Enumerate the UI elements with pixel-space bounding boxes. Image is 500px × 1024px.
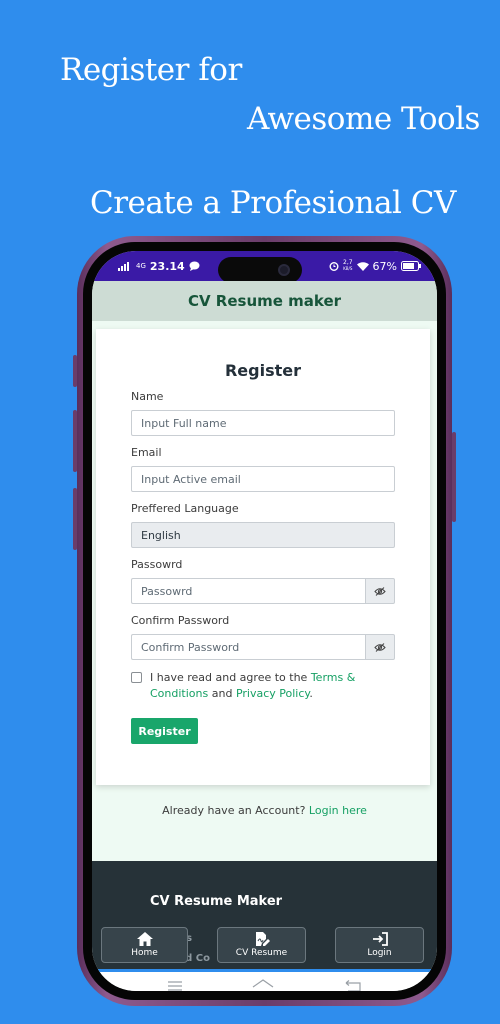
network-speed-unit: KB/S [343,266,353,271]
eye-off-icon [374,586,386,596]
name-placeholder: Input Full name [141,416,227,430]
promo-line-2: Awesome Tools [247,101,480,137]
network-type: 4G [136,262,146,270]
app-bar: CV Resume maker [92,281,437,321]
nav-login-button[interactable]: Login [335,927,424,963]
confirm-password-group: Confirm Password [131,634,395,660]
battery-icon [401,261,421,271]
email-placeholder: Input Active email [141,472,241,486]
password-label: Passowrd [131,558,183,571]
terms-agreement: I have read and agree to the Terms & Con… [131,670,395,702]
promo-line-3: Create a Profesional CV [90,185,456,221]
recent-apps-icon[interactable] [167,980,183,992]
nav-home-button[interactable]: Home [101,927,188,963]
nav-login-label: Login [367,948,392,958]
chat-bubble-icon [189,261,200,271]
login-prompt-text: Already have an Account? [162,804,306,817]
bottom-nav: Home CV Resume Login [92,927,437,963]
email-input[interactable]: Input Active email [131,466,395,492]
nav-cv-resume-label: CV Resume [235,948,288,958]
email-label: Email [131,446,162,459]
login-icon [372,932,388,946]
confirm-password-visibility-toggle[interactable] [365,634,395,660]
phone-screen: 4G 23.14 2,7 KB/S 67% CV Resume maker Re… [92,251,437,991]
terms-checkbox[interactable] [131,672,142,683]
password-group: Passowrd [131,578,395,604]
front-camera [278,264,290,276]
home-icon [136,932,153,946]
camera-notch [218,257,302,283]
promo-line-1: Register for [60,52,242,88]
register-card: Register Name Input Full name Email Inpu… [96,329,430,785]
phone-bezel: 4G 23.14 2,7 KB/S 67% CV Resume maker Re… [83,242,446,1000]
wifi-icon [356,261,369,271]
clock: 23.14 [149,259,185,273]
confirm-password-placeholder: Confirm Password [141,640,240,654]
register-button[interactable]: Register [131,718,198,744]
battery-percent: 67% [372,259,397,273]
login-link[interactable]: Login here [309,804,367,817]
agree-suffix: . [309,687,313,700]
password-input[interactable]: Passowrd [131,578,365,604]
app-title: CV Resume maker [187,292,342,310]
form-title: Register [224,361,302,380]
language-select[interactable]: English [131,522,395,548]
confirm-password-input[interactable]: Confirm Password [131,634,365,660]
footer-title: CV Resume Maker [150,894,283,909]
language-label: Preffered Language [131,502,239,515]
password-placeholder: Passowrd [141,584,193,598]
phone-power-button [452,432,456,522]
terms-text: I have read and agree to the Terms & Con… [150,670,395,702]
home-nav-icon[interactable] [252,978,274,992]
agree-prefix: I have read and agree to the [150,671,308,684]
alarm-icon [329,262,339,271]
login-prompt: Already have an Account? Login here [92,804,437,817]
name-input[interactable]: Input Full name [131,410,395,436]
privacy-link[interactable]: Privacy Policy [236,687,309,700]
signal-icon [118,261,129,271]
agree-and: and [211,687,233,700]
nav-cv-resume-button[interactable]: CV Resume [217,927,306,963]
language-value: English [141,528,181,542]
back-icon[interactable] [344,979,362,992]
nav-home-label: Home [131,948,158,958]
system-navigation-bar [92,969,437,991]
name-label: Name [131,390,164,403]
password-visibility-toggle[interactable] [365,578,395,604]
eye-off-icon [374,642,386,652]
phone-frame: 4G 23.14 2,7 KB/S 67% CV Resume maker Re… [77,236,452,1006]
confirm-password-label: Confirm Password [131,614,230,627]
edit-document-icon [255,932,270,946]
